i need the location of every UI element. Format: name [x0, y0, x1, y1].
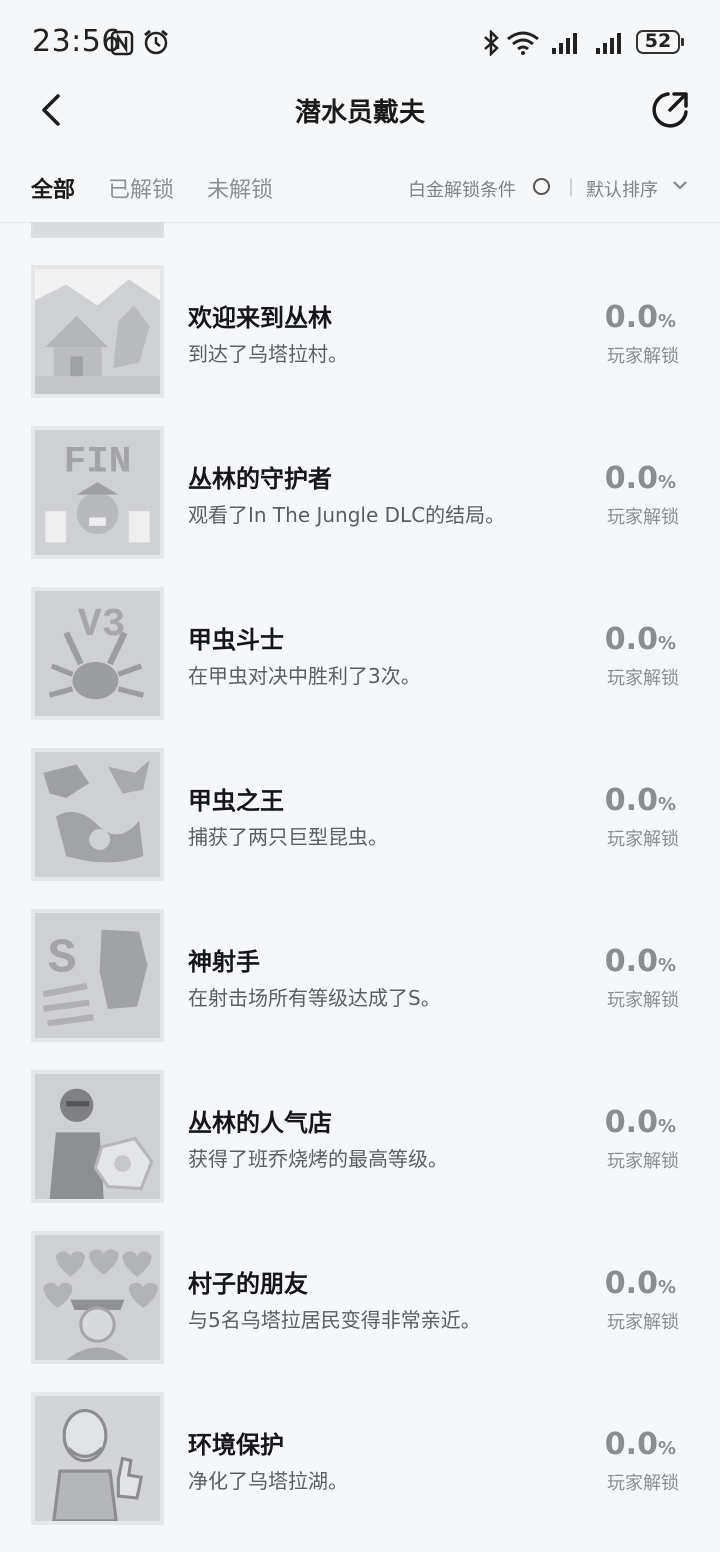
- achievement-item[interactable]: 欢迎来到丛林 到达了乌塔拉村。 0.0% 玩家解锁: [0, 264, 720, 425]
- fin-text: FIN: [64, 442, 132, 484]
- achievement-name: 甲虫斗士: [188, 626, 284, 654]
- achievement-name: 甲虫之王: [188, 787, 284, 815]
- unlock-label: 玩家解锁: [607, 1312, 679, 1333]
- achievement-name: 丛林的守护者: [188, 465, 332, 493]
- achievement-name: 神射手: [188, 948, 260, 976]
- chevron-down-icon[interactable]: [672, 178, 688, 192]
- achievement-item[interactable]: 甲虫之王 捕获了两只巨型昆虫。 0.0% 玩家解锁: [0, 747, 720, 908]
- platinum-condition-radio[interactable]: [533, 178, 550, 195]
- achievement-desc: 在射击场所有等级达成了S。: [188, 986, 441, 1010]
- bbq-shop-icon: [31, 1070, 164, 1203]
- achievement-desc: 到达了乌塔拉村。: [188, 342, 348, 366]
- achievement-item[interactable]: 丛林的人气店 获得了班乔烧烤的最高等级。 0.0% 玩家解锁: [0, 1069, 720, 1230]
- hearts-villager-icon: [31, 1231, 164, 1364]
- unlock-percent: 0.0%: [604, 622, 676, 657]
- achievement-name: 丛林的人气店: [188, 1109, 332, 1137]
- wifi-icon: [507, 31, 539, 55]
- status-time: 23:56: [32, 24, 121, 59]
- old-man-thumbs-up-icon: [31, 1392, 164, 1525]
- s-text: S: [48, 932, 77, 986]
- unlock-percent: 0.0%: [604, 1105, 676, 1140]
- achievement-list: 欢迎来到丛林 到达了乌塔拉村。 0.0% 玩家解锁 FIN 丛林的守护者 观看了…: [0, 264, 720, 1552]
- nfc-icon: [110, 30, 134, 56]
- achievement-desc: 与5名乌塔拉居民变得非常亲近。: [188, 1308, 481, 1332]
- achievement-item[interactable]: V3 甲虫斗士 在甲虫对决中胜利了3次。 0.0% 玩家解锁: [0, 586, 720, 747]
- achievement-desc: 观看了In The Jungle DLC的结局。: [188, 503, 506, 527]
- unlock-label: 玩家解锁: [607, 990, 679, 1011]
- filter-bar: 全部 已解锁 未解锁 白金解锁条件 | 默认排序: [0, 160, 720, 223]
- bluetooth-icon: [484, 30, 499, 56]
- unlock-label: 玩家解锁: [607, 346, 679, 367]
- share-icon[interactable]: [650, 90, 690, 130]
- signal-icon-1: [552, 33, 577, 54]
- alarm-icon: [144, 29, 168, 55]
- jungle-village-icon: [31, 265, 164, 398]
- shooting-s-icon: S: [31, 909, 164, 1042]
- unlock-percent: 0.0%: [604, 300, 676, 335]
- achievement-item[interactable]: S 神射手 在射击场所有等级达成了S。 0.0% 玩家解锁: [0, 908, 720, 1069]
- unlock-label: 玩家解锁: [607, 668, 679, 689]
- beetle-v3-icon: V3: [31, 587, 164, 720]
- achievement-item[interactable]: 环境保护 净化了乌塔拉湖。 0.0% 玩家解锁: [0, 1391, 720, 1552]
- achievement-name: 村子的朋友: [188, 1270, 308, 1298]
- achievement-desc: 在甲虫对决中胜利了3次。: [188, 664, 421, 688]
- achievement-desc: 净化了乌塔拉湖。: [188, 1469, 348, 1493]
- unlock-label: 玩家解锁: [607, 1151, 679, 1172]
- page-title: 潜水员戴夫: [294, 98, 425, 128]
- signal-icon-2: [596, 33, 621, 54]
- unlock-label: 玩家解锁: [607, 507, 679, 528]
- filter-separator: |: [568, 176, 575, 197]
- achievement-name: 欢迎来到丛林: [188, 304, 332, 332]
- giant-insects-icon: [31, 748, 164, 881]
- partial-achievement-thumb: [31, 222, 164, 238]
- unlock-percent: 0.0%: [604, 1266, 676, 1301]
- achievement-item[interactable]: FIN 丛林的守护者 观看了In The Jungle DLC的结局。 0.0%…: [0, 425, 720, 586]
- sort-dropdown[interactable]: 默认排序: [586, 176, 658, 202]
- battery-icon: 52: [636, 30, 684, 54]
- nav-bar: 潜水员戴夫: [0, 80, 720, 140]
- unlock-percent: 0.0%: [604, 944, 676, 979]
- achievement-desc: 获得了班乔烧烤的最高等级。: [188, 1147, 448, 1171]
- unlock-percent: 0.0%: [604, 1427, 676, 1462]
- fin-icon: FIN: [31, 426, 164, 559]
- tab-all[interactable]: 全部: [31, 172, 75, 204]
- tab-unlocked[interactable]: 已解锁: [108, 172, 174, 204]
- unlock-percent: 0.0%: [604, 461, 676, 496]
- achievement-name: 环境保护: [188, 1431, 284, 1459]
- platinum-condition-label[interactable]: 白金解锁条件: [408, 176, 516, 202]
- status-bar: 23:56 52: [0, 0, 720, 86]
- tab-locked[interactable]: 未解锁: [207, 172, 273, 204]
- achievement-desc: 捕获了两只巨型昆虫。: [188, 825, 388, 849]
- unlock-label: 玩家解锁: [607, 829, 679, 850]
- achievement-item[interactable]: 村子的朋友 与5名乌塔拉居民变得非常亲近。 0.0% 玩家解锁: [0, 1230, 720, 1391]
- unlock-label: 玩家解锁: [607, 1473, 679, 1494]
- unlock-percent: 0.0%: [604, 783, 676, 818]
